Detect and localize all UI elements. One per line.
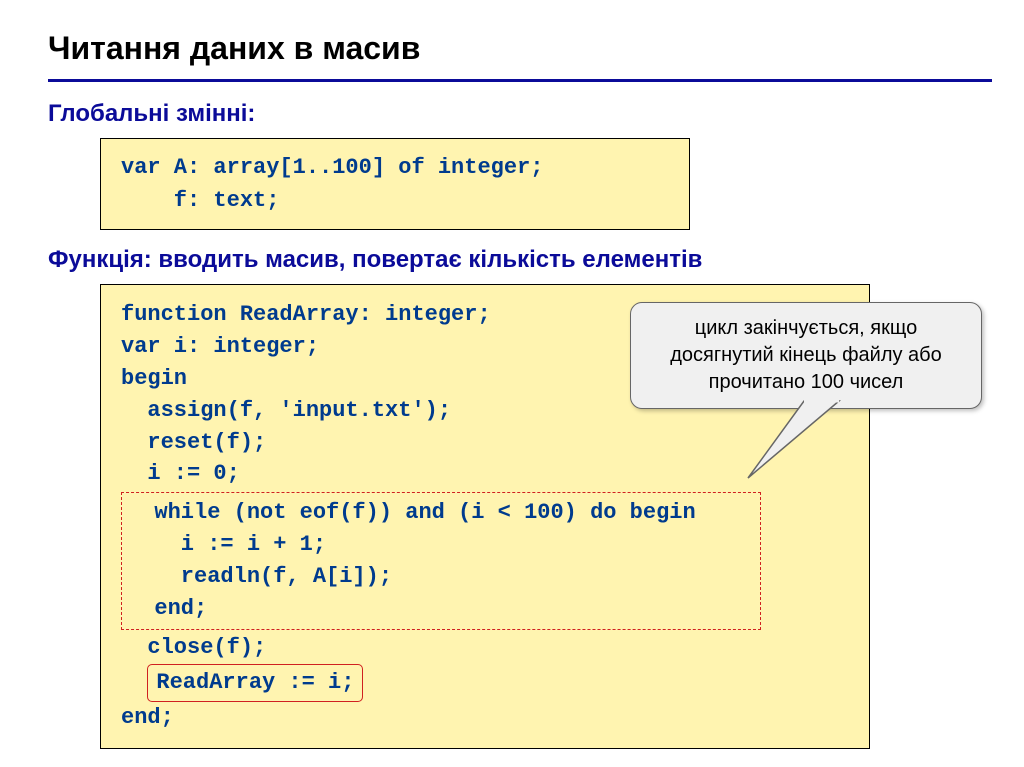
section-function: Функція: вводить масив, повертає кількіс… (0, 246, 1024, 274)
code-after-while: close(f); (121, 635, 266, 660)
readarray-return-highlight: ReadArray := i; (147, 664, 363, 702)
code-box-globals: var A: array[1..100] of integer; f: text… (100, 138, 690, 230)
callout-bubble: цикл закінчується, якщо досягнутий кінец… (630, 302, 982, 409)
while-loop-highlight: while (not eof(f)) and (i < 100) do begi… (121, 492, 761, 630)
title-underline (48, 79, 992, 82)
section-global-vars: Глобальні змінні: (0, 100, 1024, 128)
code-head: function ReadArray: integer; var i: inte… (121, 302, 491, 486)
slide-title: Читання даних в масив (0, 30, 1024, 79)
code-tail: end; (121, 705, 174, 730)
